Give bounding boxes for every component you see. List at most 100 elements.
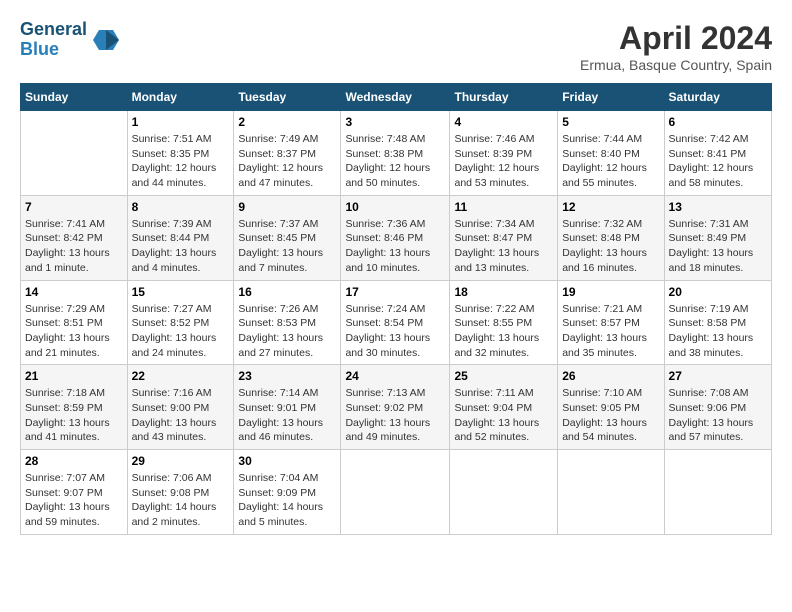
day-number: 11 [454,200,553,214]
col-header-sunday: Sunday [21,84,128,111]
logo-line1: General [20,19,87,39]
day-info: Sunrise: 7:04 AM Sunset: 9:09 PM Dayligh… [238,471,336,530]
day-number: 26 [562,369,659,383]
day-number: 5 [562,115,659,129]
day-number: 23 [238,369,336,383]
week-row-4: 21 Sunrise: 7:18 AM Sunset: 8:59 PM Dayli… [21,365,772,450]
day-info: Sunrise: 7:44 AM Sunset: 8:40 PM Dayligh… [562,132,659,191]
day-number: 4 [454,115,553,129]
calendar-cell: 17 Sunrise: 7:24 AM Sunset: 8:54 PM Dayli… [341,280,450,365]
day-info: Sunrise: 7:24 AM Sunset: 8:54 PM Dayligh… [345,302,445,361]
day-info: Sunrise: 7:06 AM Sunset: 9:08 PM Dayligh… [132,471,230,530]
day-number: 8 [132,200,230,214]
calendar-cell: 11Sunrise: 7:34 AM Sunset: 8:47 PM Dayli… [450,195,558,280]
calendar-cell: 12 Sunrise: 7:32 AM Sunset: 8:48 PM Dayli… [558,195,664,280]
calendar-cell [558,450,664,535]
day-info: Sunrise: 7:46 AM Sunset: 8:39 PM Dayligh… [454,132,553,191]
location: Ermua, Basque Country, Spain [580,57,772,73]
month-year: April 2024 [580,20,772,57]
col-header-tuesday: Tuesday [234,84,341,111]
day-info: Sunrise: 7:22 AM Sunset: 8:55 PM Dayligh… [454,302,553,361]
week-row-5: 28 Sunrise: 7:07 AM Sunset: 9:07 PM Dayli… [21,450,772,535]
day-info: Sunrise: 7:42 AM Sunset: 8:41 PM Dayligh… [669,132,767,191]
col-header-wednesday: Wednesday [341,84,450,111]
calendar-cell: 15Sunrise: 7:27 AM Sunset: 8:52 PM Dayli… [127,280,234,365]
calendar-cell: 9Sunrise: 7:37 AM Sunset: 8:45 PM Daylig… [234,195,341,280]
calendar-header-row: SundayMondayTuesdayWednesdayThursdayFrid… [21,84,772,111]
calendar-cell: 20Sunrise: 7:19 AM Sunset: 8:58 PM Dayli… [664,280,771,365]
calendar-cell: 30 Sunrise: 7:04 AM Sunset: 9:09 PM Dayli… [234,450,341,535]
calendar-cell [450,450,558,535]
day-info: Sunrise: 7:11 AM Sunset: 9:04 PM Dayligh… [454,386,553,445]
day-number: 14 [25,285,123,299]
day-info: Sunrise: 7:14 AM Sunset: 9:01 PM Dayligh… [238,386,336,445]
logo-line2: Blue [20,39,59,59]
day-number: 1 [132,115,230,129]
calendar-cell: 29 Sunrise: 7:06 AM Sunset: 9:08 PM Dayli… [127,450,234,535]
day-info: Sunrise: 7:10 AM Sunset: 9:05 PM Dayligh… [562,386,659,445]
day-info: Sunrise: 7:41 AM Sunset: 8:42 PM Dayligh… [25,217,123,276]
calendar-cell: 22 Sunrise: 7:16 AM Sunset: 9:00 PM Dayli… [127,365,234,450]
day-number: 22 [132,369,230,383]
day-number: 20 [669,285,767,299]
day-number: 19 [562,285,659,299]
day-info: Sunrise: 7:32 AM Sunset: 8:48 PM Dayligh… [562,217,659,276]
day-number: 12 [562,200,659,214]
day-number: 2 [238,115,336,129]
day-number: 7 [25,200,123,214]
day-info: Sunrise: 7:07 AM Sunset: 9:07 PM Dayligh… [25,471,123,530]
calendar-cell: 16 Sunrise: 7:26 AM Sunset: 8:53 PM Dayli… [234,280,341,365]
logo-icon [91,25,121,55]
col-header-thursday: Thursday [450,84,558,111]
calendar-cell: 27 Sunrise: 7:08 AM Sunset: 9:06 PM Dayli… [664,365,771,450]
day-info: Sunrise: 7:18 AM Sunset: 8:59 PM Dayligh… [25,386,123,445]
calendar-cell: 5 Sunrise: 7:44 AM Sunset: 8:40 PM Daylig… [558,111,664,196]
day-info: Sunrise: 7:37 AM Sunset: 8:45 PM Dayligh… [238,217,336,276]
day-number: 25 [454,369,553,383]
calendar-cell: 24 Sunrise: 7:13 AM Sunset: 9:02 PM Dayli… [341,365,450,450]
calendar-cell: 18Sunrise: 7:22 AM Sunset: 8:55 PM Dayli… [450,280,558,365]
day-info: Sunrise: 7:51 AM Sunset: 8:35 PM Dayligh… [132,132,230,191]
day-info: Sunrise: 7:29 AM Sunset: 8:51 PM Dayligh… [25,302,123,361]
day-number: 29 [132,454,230,468]
day-number: 24 [345,369,445,383]
calendar-cell: 2Sunrise: 7:49 AM Sunset: 8:37 PM Daylig… [234,111,341,196]
week-row-1: 1 Sunrise: 7:51 AM Sunset: 8:35 PM Daylig… [21,111,772,196]
calendar-cell [21,111,128,196]
calendar-cell: 6Sunrise: 7:42 AM Sunset: 8:41 PM Daylig… [664,111,771,196]
col-header-friday: Friday [558,84,664,111]
col-header-monday: Monday [127,84,234,111]
day-number: 15 [132,285,230,299]
day-info: Sunrise: 7:21 AM Sunset: 8:57 PM Dayligh… [562,302,659,361]
title-area: April 2024 Ermua, Basque Country, Spain [580,20,772,73]
col-header-saturday: Saturday [664,84,771,111]
day-number: 21 [25,369,123,383]
day-number: 28 [25,454,123,468]
day-info: Sunrise: 7:26 AM Sunset: 8:53 PM Dayligh… [238,302,336,361]
calendar-cell: 1 Sunrise: 7:51 AM Sunset: 8:35 PM Daylig… [127,111,234,196]
week-row-2: 7 Sunrise: 7:41 AM Sunset: 8:42 PM Daylig… [21,195,772,280]
day-info: Sunrise: 7:08 AM Sunset: 9:06 PM Dayligh… [669,386,767,445]
day-number: 17 [345,285,445,299]
day-info: Sunrise: 7:39 AM Sunset: 8:44 PM Dayligh… [132,217,230,276]
day-number: 3 [345,115,445,129]
calendar-cell: 19 Sunrise: 7:21 AM Sunset: 8:57 PM Dayli… [558,280,664,365]
calendar-cell: 13Sunrise: 7:31 AM Sunset: 8:49 PM Dayli… [664,195,771,280]
calendar-cell [341,450,450,535]
calendar-cell: 3 Sunrise: 7:48 AM Sunset: 8:38 PM Daylig… [341,111,450,196]
day-info: Sunrise: 7:48 AM Sunset: 8:38 PM Dayligh… [345,132,445,191]
calendar-cell: 23 Sunrise: 7:14 AM Sunset: 9:01 PM Dayli… [234,365,341,450]
day-info: Sunrise: 7:16 AM Sunset: 9:00 PM Dayligh… [132,386,230,445]
day-info: Sunrise: 7:31 AM Sunset: 8:49 PM Dayligh… [669,217,767,276]
day-number: 10 [345,200,445,214]
calendar-table: SundayMondayTuesdayWednesdayThursdayFrid… [20,83,772,535]
page-header: General Blue April 2024 Ermua, Basque Co… [20,20,772,73]
day-number: 16 [238,285,336,299]
day-number: 27 [669,369,767,383]
calendar-cell: 7 Sunrise: 7:41 AM Sunset: 8:42 PM Daylig… [21,195,128,280]
calendar-cell: 14 Sunrise: 7:29 AM Sunset: 8:51 PM Dayli… [21,280,128,365]
calendar-cell: 8 Sunrise: 7:39 AM Sunset: 8:44 PM Daylig… [127,195,234,280]
day-info: Sunrise: 7:36 AM Sunset: 8:46 PM Dayligh… [345,217,445,276]
day-info: Sunrise: 7:13 AM Sunset: 9:02 PM Dayligh… [345,386,445,445]
day-number: 30 [238,454,336,468]
